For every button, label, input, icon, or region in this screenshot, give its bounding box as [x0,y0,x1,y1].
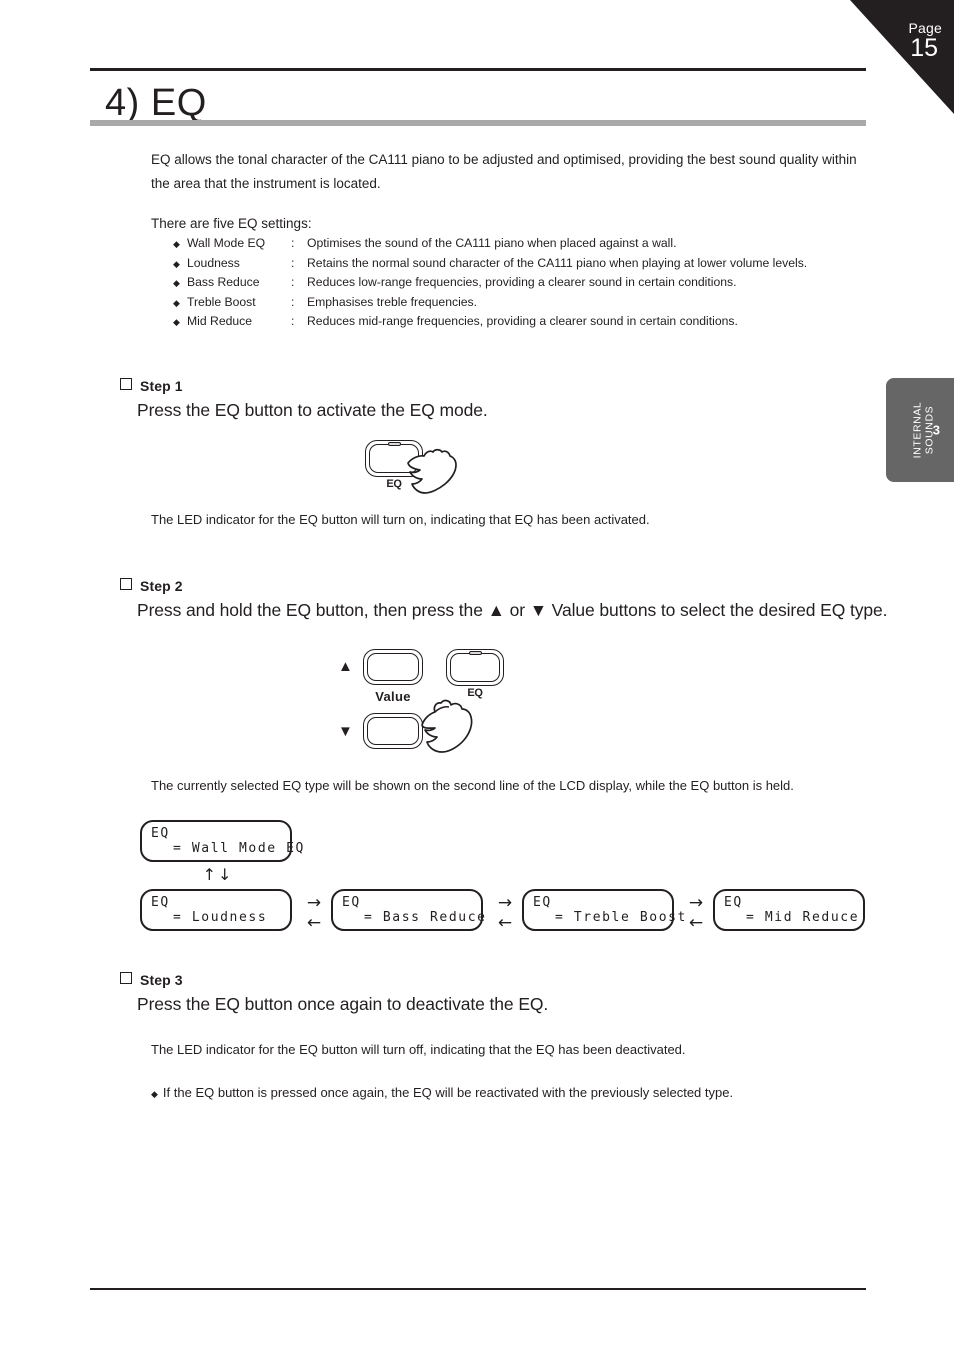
lcd-line-1: EQ [533,895,552,910]
setting-colon: : [291,236,295,250]
flow-arrow-left-3: ← [688,913,704,933]
title-underline-bar [90,120,866,126]
setting-name: Bass Reduce [187,275,260,289]
step-3-heading: Step 3 [120,972,183,988]
setting-description: Reduces low-range frequencies, providing… [307,275,737,289]
step-1-heading: Step 1 [120,378,183,394]
lcd-line-1: EQ [724,895,743,910]
eq-button-illustration: EQ [365,440,495,498]
value-up-triangle-icon: ▲ [338,658,353,675]
value-down-button-cap[interactable] [367,717,419,745]
step-3-note: The LED indicator for the EQ button will… [151,1042,686,1057]
step-2-heading: Step 2 [120,578,183,594]
diamond-bullet-icon: ◆ [173,278,180,288]
setting-description: Reduces mid-range frequencies, providing… [307,314,738,328]
lcd-line-1: EQ [342,895,361,910]
list-item: ◆ Mid Reduce : Reduces mid-range frequen… [173,314,863,334]
lcd-line-2: = Loudness [173,910,268,925]
list-item: ◆ Wall Mode EQ : Optimises the sound of … [173,236,863,256]
diamond-bullet-icon: ◆ [173,258,180,269]
chapter-side-tab-label: INTERNAL SOUNDS [911,402,935,459]
setting-description: Retains the normal sound character of th… [307,255,808,270]
step-3-heading-label: Step 3 [140,972,183,988]
settings-intro-label: There are five EQ settings: [151,216,312,231]
lcd-display-treble-boost: EQ = Treble Boost [522,889,687,931]
lcd-display-wall-mode: EQ = Wall Mode EQ [140,820,305,862]
flow-arrow-vertical: ↑↓ [202,865,234,884]
chapter-number: 3 [932,422,940,438]
setting-colon: : [291,255,295,270]
lcd-line-2: = Mid Reduce [746,910,860,925]
lcd-line-1: EQ [151,895,170,910]
chapter-label-line1: INTERNAL [911,401,924,459]
setting-colon: : [291,314,295,328]
diamond-bullet-icon: ◆ [173,297,180,308]
lcd-line-2: = Wall Mode EQ [173,841,305,856]
eq-settings-list: ◆ Wall Mode EQ : Optimises the sound of … [173,236,863,334]
step-1-instruction: Press the EQ button to activate the EQ m… [137,400,488,420]
step-2-instruction: Press and hold the EQ button, then press… [137,600,888,620]
lcd-display-bass-reduce: EQ = Bass Reduce [331,889,487,931]
setting-description: Emphasises treble frequencies. [307,294,478,309]
intro-paragraph: EQ allows the tonal character of the CA1… [151,152,857,191]
lcd-line-2: = Treble Boost [555,910,687,925]
lcd-line-1: EQ [151,826,170,841]
setting-name: Mid Reduce [187,314,253,328]
setting-name: Loudness [187,255,240,270]
pointing-hand-icon [401,446,463,503]
flow-arrow-right-1: → [306,893,322,913]
step-1-note: The LED indicator for the EQ button will… [151,512,650,527]
led-indicator-icon [388,441,401,446]
flow-arrow-left-1: ← [306,913,322,933]
lcd-display-mid-reduce: EQ = Mid Reduce [713,889,865,931]
lcd-line-2: = Bass Reduce [364,910,487,925]
step-3-bullet-note: ◆ If the EQ button is pressed once again,… [151,1085,733,1100]
value-up-button-cap[interactable] [367,653,419,681]
diamond-bullet-icon: ◆ [173,317,180,327]
step-2-heading-label: Step 2 [140,578,183,594]
led-indicator-icon [469,650,482,655]
list-item: ◆ Bass Reduce : Reduces low-range freque… [173,275,863,295]
flow-arrow-right-2: → [497,893,513,913]
diamond-bullet-icon: ◆ [151,1089,158,1099]
step-2-note: The currently selected EQ type will be s… [151,778,794,793]
checkbox-icon [120,578,132,590]
setting-name: Treble Boost [187,294,256,309]
list-item: ◆ Loudness : Retains the normal sound ch… [173,256,863,276]
footer-rule [90,1288,866,1290]
lcd-display-loudness: EQ = Loudness [140,889,292,931]
value-down-triangle-icon: ▼ [338,723,353,740]
page-number: 15 [910,34,938,62]
flow-arrow-left-2: ← [497,913,513,933]
page-title: 4) EQ [105,82,207,124]
page-corner-tab: Page 15 [850,0,954,114]
value-buttons-label: Value [375,689,411,704]
flow-arrow-right-3: → [688,893,704,913]
step-3-bullet-text: If the EQ button is pressed once again, … [162,1085,734,1100]
corner-wedge-shape [850,0,954,114]
header-rule [90,68,866,71]
chapter-side-tab: INTERNAL SOUNDS 3 [886,378,954,482]
value-eq-buttons-illustration: ▲ Value ▼ EQ [338,645,528,755]
setting-name: Wall Mode EQ [187,236,266,250]
step-3-instruction: Press the EQ button once again to deacti… [137,994,549,1014]
step-1-heading-label: Step 1 [140,378,183,394]
checkbox-icon [120,972,132,984]
setting-description: Optimises the sound of the CA111 piano w… [307,236,677,250]
checkbox-icon [120,378,132,390]
diamond-bullet-icon: ◆ [173,239,180,249]
setting-colon: : [291,294,295,309]
setting-colon: : [291,275,295,289]
list-item: ◆ Treble Boost : Emphasises treble frequ… [173,295,863,315]
two-finger-hand-icon [416,695,488,762]
eq-button-cap[interactable] [450,653,500,682]
